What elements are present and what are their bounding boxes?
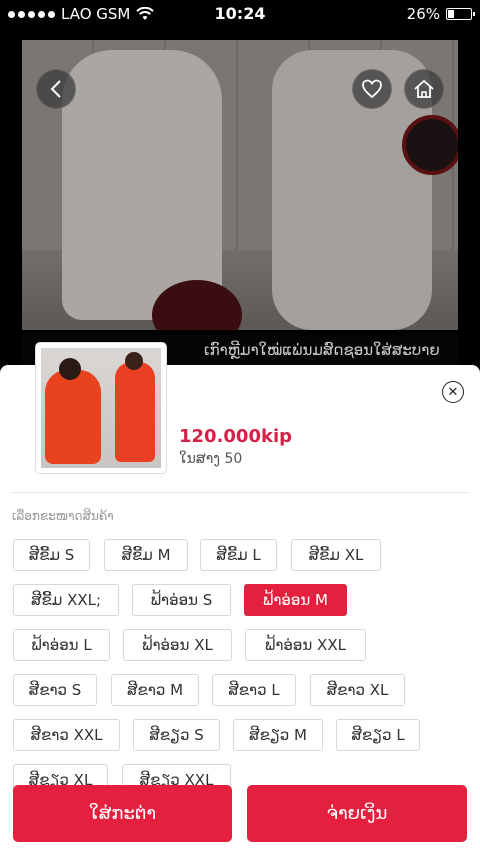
option-chip[interactable]: ສີຂຽວ L	[336, 719, 420, 751]
option-chip[interactable]: ຟ້າອ່ອນ XL	[123, 629, 232, 661]
divider	[10, 492, 470, 493]
close-button[interactable]: ✕	[442, 381, 464, 403]
back-button[interactable]	[36, 69, 76, 109]
battery-percent: 26%	[406, 5, 440, 23]
product-price: 120.000kip	[179, 426, 293, 447]
back-icon	[50, 80, 61, 98]
add-to-cart-button[interactable]: ໃສ່ກະຕ່າ	[13, 785, 232, 842]
pay-button[interactable]: ຈ່າຍເງິນ	[247, 785, 467, 842]
option-chip[interactable]: ສີຂີ້ມ XXL;	[13, 584, 119, 616]
option-chip[interactable]: ສີຂຽວ S	[133, 719, 220, 751]
status-bar: LAO GSM 10:24 26%	[0, 0, 480, 28]
home-icon	[414, 79, 434, 98]
option-chip[interactable]: ຟ້າອ່ອນ XXL	[245, 629, 366, 661]
option-chip[interactable]: ສີຂຽວ M	[233, 719, 323, 751]
option-chip[interactable]: ຟ້າອ່ອນ S	[132, 584, 231, 616]
heart-icon	[362, 79, 382, 99]
option-chip[interactable]: ສີຂາວ XL	[310, 674, 405, 706]
home-button[interactable]	[404, 69, 444, 109]
battery-icon	[446, 8, 475, 20]
close-icon: ✕	[447, 384, 459, 400]
option-chip[interactable]: ຟ້າອ່ອນ L	[13, 629, 110, 661]
product-image	[22, 40, 458, 330]
choose-size-label: ເລືອກຂະໜາດສິນຄ້າ	[12, 509, 114, 523]
option-chip[interactable]: ສີຂາວ L	[212, 674, 296, 706]
favorite-button[interactable]	[352, 69, 392, 109]
battery-status: 26%	[406, 5, 475, 23]
option-chip[interactable]: ສີຂາວ M	[111, 674, 199, 706]
option-chip[interactable]: ສີຂີ້ມ M	[104, 539, 188, 571]
stock-count: ໃນສາງ 50	[179, 451, 243, 467]
option-chip-selected[interactable]: ຟ້າອ່ອນ M	[244, 584, 347, 616]
option-chip[interactable]: ສີຂີ້ມ S	[13, 539, 90, 571]
option-chip[interactable]: ສີຂີ້ມ L	[200, 539, 277, 571]
option-chip[interactable]: ສີຂີ້ມ XL	[291, 539, 381, 571]
option-chip[interactable]: ສີຂາວ XXL	[13, 719, 120, 751]
option-chip[interactable]: ສີຂາວ S	[13, 674, 97, 706]
product-thumbnail	[36, 343, 166, 473]
